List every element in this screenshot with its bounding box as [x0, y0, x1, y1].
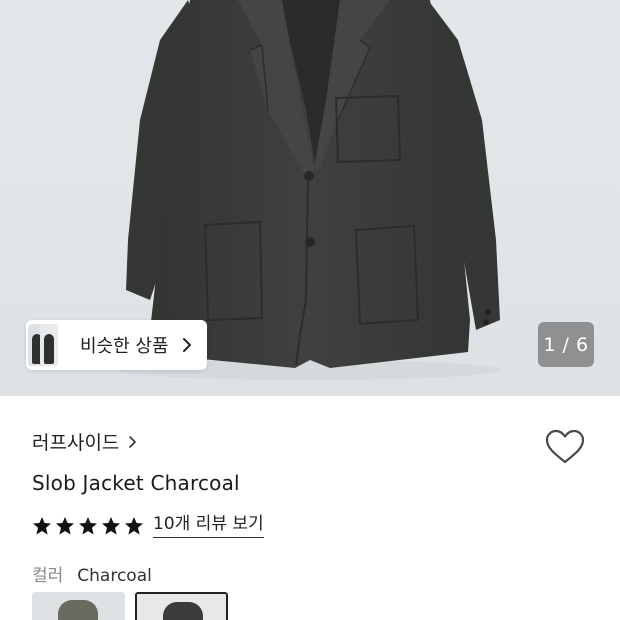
star-filled-icon: [102, 517, 120, 535]
color-label: 컬러: [32, 566, 64, 586]
similar-thumb: [40, 324, 58, 366]
star-filled-icon: [79, 517, 97, 535]
star-filled-icon: [56, 517, 74, 535]
brand-link[interactable]: 러프사이드: [32, 428, 137, 455]
chevron-right-icon: [129, 435, 137, 448]
color-swatch-selected[interactable]: [135, 592, 228, 620]
similar-products-button[interactable]: 비슷한 상품: [26, 320, 207, 370]
similar-products-thumbnails: [28, 320, 62, 370]
chevron-right-icon: [182, 338, 191, 352]
brand-name: 러프사이드: [32, 432, 120, 454]
color-swatches: [32, 592, 238, 620]
star-filled-icon: [125, 517, 143, 535]
color-swatch[interactable]: [32, 592, 125, 620]
rating-row: 10개 리뷰 보기: [32, 514, 264, 538]
review-link[interactable]: 10개 리뷰 보기: [153, 514, 264, 538]
heart-outline-icon[interactable]: [545, 429, 585, 465]
image-pager-indicator: 1 / 6: [538, 322, 594, 367]
product-info: 러프사이드 Slob Jacket Charcoal 10개 리뷰 보기 컬러 …: [0, 396, 620, 620]
color-row: 컬러 Charcoal: [32, 561, 152, 586]
product-image-carousel[interactable]: 비슷한 상품 1 / 6: [0, 0, 620, 396]
color-value: Charcoal: [77, 566, 152, 586]
product-name: Slob Jacket Charcoal: [32, 471, 240, 495]
similar-products-label: 비슷한 상품: [80, 336, 169, 357]
star-filled-icon: [33, 517, 51, 535]
